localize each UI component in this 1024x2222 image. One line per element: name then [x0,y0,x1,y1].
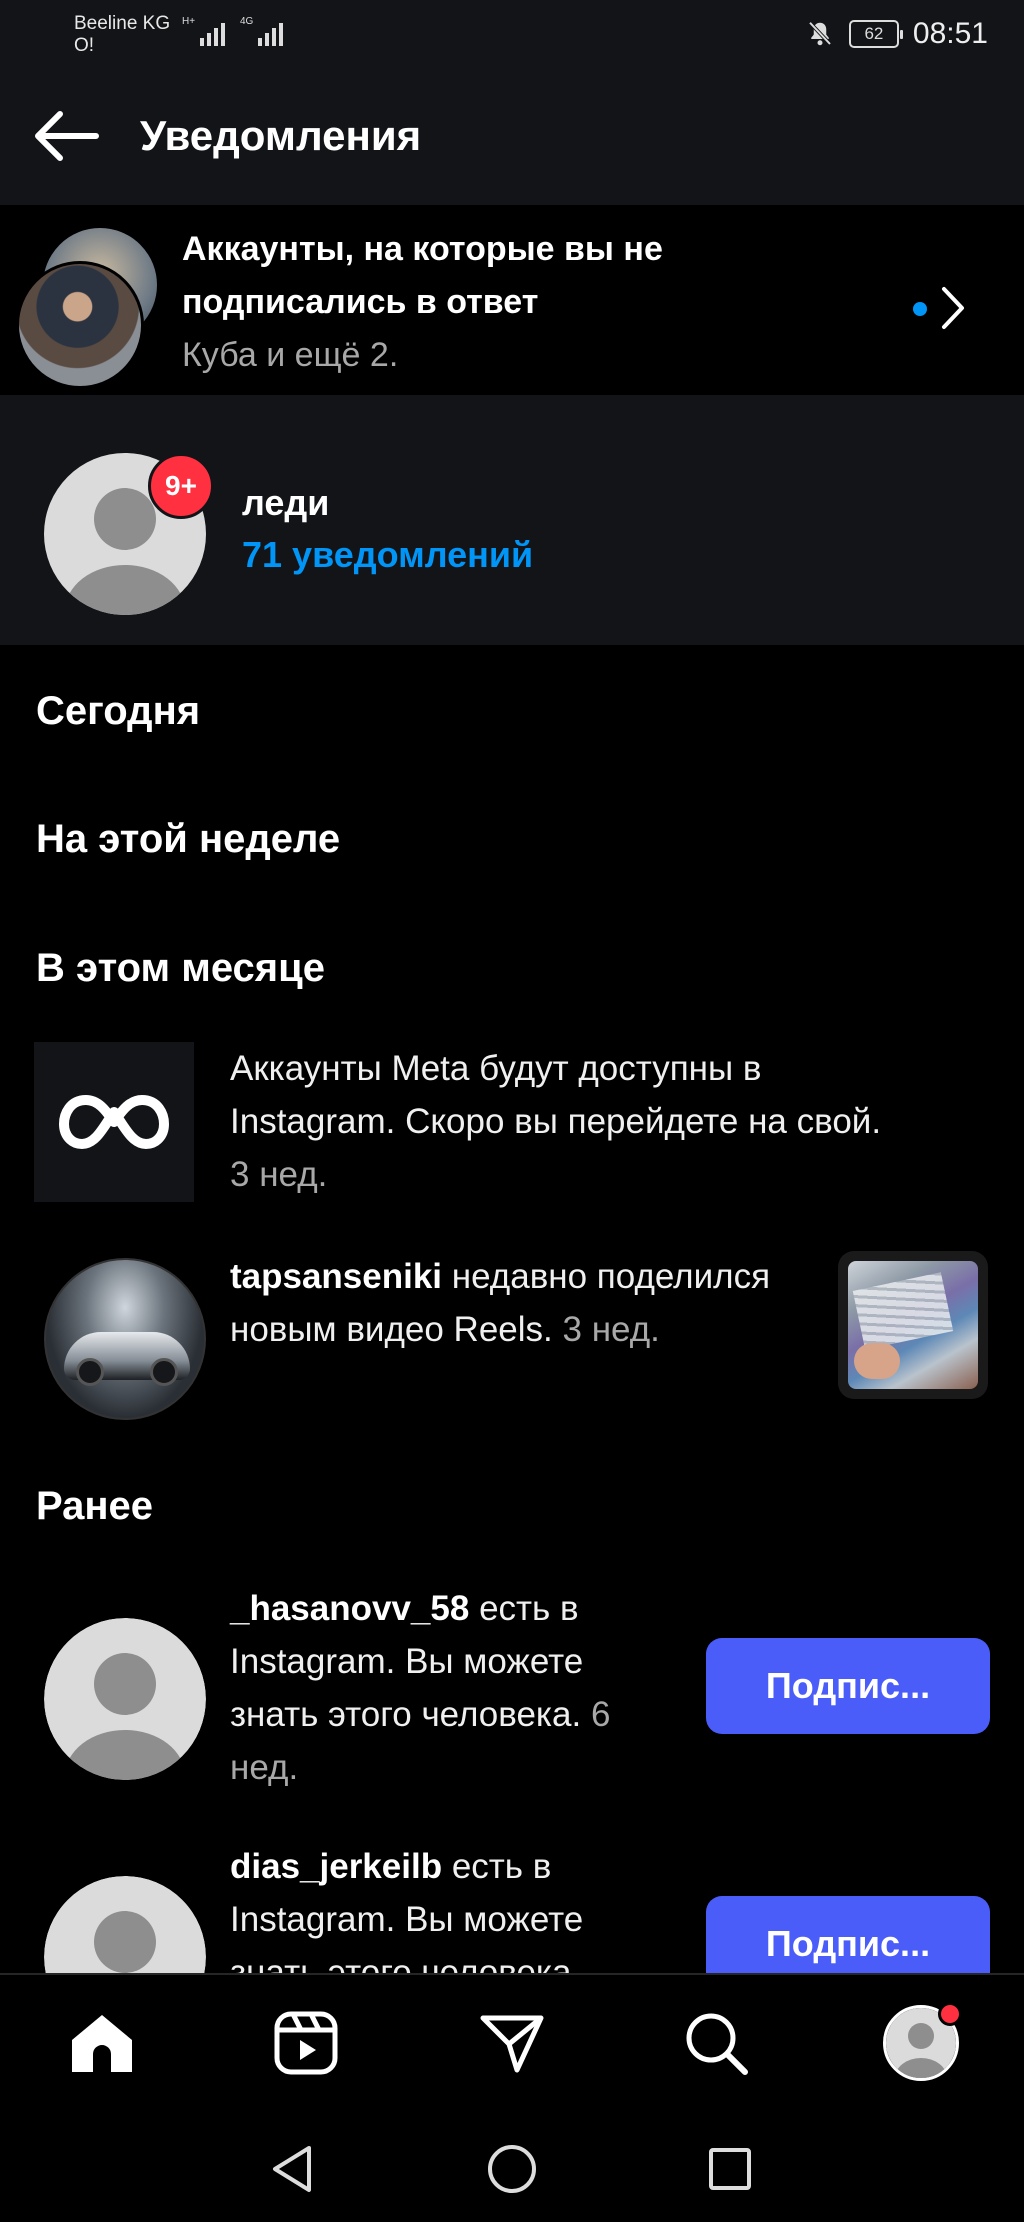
signal-1-icon: H+ [182,16,226,46]
notification-text: _hasanovv_58 есть в Instagram. Вы можете… [230,1582,670,1794]
notification-username[interactable]: _hasanovv_58 [230,1589,469,1628]
clock: 08:51 [912,17,988,50]
follow-button[interactable]: Подпис... [706,1638,990,1734]
notification-row[interactable]: Аккаунты Meta будут доступны в Instagram… [0,1042,1024,1202]
home-icon [72,2015,132,2072]
signal-2-icon: 4G [240,16,284,46]
meta-infinity-icon [59,1095,169,1149]
system-recents-button[interactable] [700,2139,760,2199]
home-circle-icon [488,2145,536,2193]
section-header-this-month: В этом месяце [36,946,325,990]
status-bar: Beeline KG O! H+ 4G 62 08:51 [0,0,1024,68]
default-avatar-icon[interactable] [44,1876,206,1973]
section-header-today: Сегодня [36,689,201,733]
nav-direct[interactable] [472,2003,552,2083]
bottom-navigation [0,1973,1024,2111]
notification-text: dias_jerkeilb есть в Instagram. Вы может… [230,1840,670,1973]
notification-row[interactable]: tapsanseniki недавно поделился новым вид… [0,1250,1024,1420]
back-triangle-icon [273,2146,311,2192]
avatar-stack [16,221,166,389]
notification-time: 3 нед. [230,1155,328,1194]
notification-username[interactable]: tapsanseniki [230,1257,442,1296]
reel-thumbnail-image [848,1261,978,1389]
bell-muted-icon [808,21,832,46]
network-type-1: H+ [182,16,196,27]
follow-requests-subtitle: Куба и ещё 2. [182,336,399,374]
notification-row[interactable]: _hasanovv_58 есть в Instagram. Вы можете… [0,1582,1024,1792]
notification-time: 3 нед. [562,1310,660,1349]
notification-count-badge: 9+ [148,453,214,519]
account-notification-count: 71 уведомлений [242,534,534,575]
notification-text: Аккаунты Meta будут доступны в Instagram… [230,1042,890,1201]
reels-icon [274,2011,338,2075]
follow-requests-title: Аккаунты, на которые вы не подписались в… [182,230,663,321]
car-image [64,1332,190,1386]
nav-reels[interactable] [266,2003,346,2083]
battery-indicator: 62 [848,20,903,48]
follow-requests-row[interactable]: Аккаунты, на которые вы не подписались в… [0,205,1024,395]
network-type-2: 4G [240,16,254,27]
notification-username[interactable]: dias_jerkeilb [230,1847,442,1886]
profile-notification-dot [938,2002,962,2026]
system-home-button[interactable] [482,2139,542,2199]
app-header: Уведомления [0,68,1024,205]
default-avatar-icon[interactable] [44,1618,206,1780]
arrow-left-icon [35,111,99,161]
avatar [16,261,144,389]
notification-message: Аккаунты Meta будут доступны в Instagram… [230,1049,882,1141]
unread-dot [913,302,927,316]
account-switch-card[interactable]: 9+ леди 71 уведомлений [0,395,1024,645]
notification-row[interactable]: dias_jerkeilb есть в Instagram. Вы может… [0,1840,1024,1973]
back-button[interactable] [30,108,102,164]
page-title: Уведомления [140,112,422,159]
reel-thumbnail[interactable] [838,1251,988,1399]
recents-square-icon [709,2148,751,2190]
nav-home[interactable] [62,2003,142,2083]
chevron-right-icon [942,287,964,329]
section-header-earlier: Ранее [36,1484,154,1528]
meta-logo [34,1042,194,1202]
follow-button[interactable]: Подпис... [706,1896,990,1973]
search-icon [686,2013,748,2075]
section-header-this-week: На этой неделе [36,817,341,861]
system-navigation [0,2111,1024,2222]
notification-text: tapsanseniki недавно поделился новым вид… [230,1250,790,1356]
direct-icon [480,2015,544,2073]
avatar[interactable] [44,1258,206,1420]
nav-search[interactable] [676,2003,756,2083]
account-name: леди [242,482,330,523]
system-back-button[interactable] [262,2139,322,2199]
carrier-info: Beeline KG O! [74,10,170,60]
